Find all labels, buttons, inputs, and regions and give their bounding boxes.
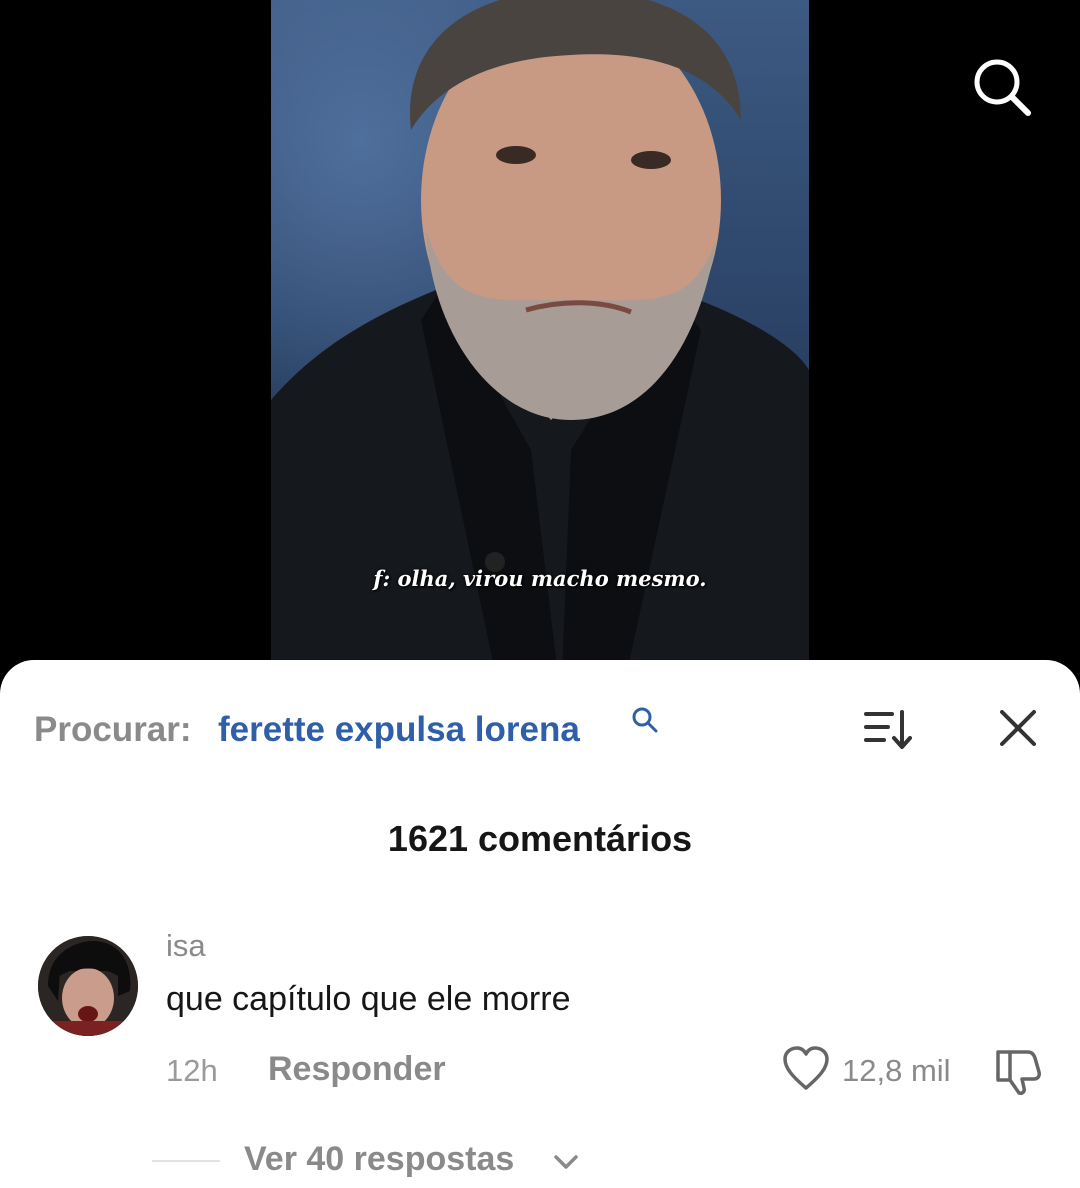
close-icon[interactable] (996, 706, 1040, 750)
comment-timestamp: 12h (166, 1053, 218, 1088)
search-prefix-label: Procurar: (34, 710, 192, 749)
search-term-link[interactable]: ferette expulsa lorena (218, 710, 580, 750)
sort-icon[interactable] (862, 706, 914, 752)
heart-icon[interactable] (782, 1046, 830, 1092)
video-subtitle: f: olha, virou macho mesmo. (373, 566, 707, 591)
view-replies-button[interactable]: Ver 40 respostas (244, 1140, 514, 1179)
replies-divider (152, 1160, 220, 1162)
search-icon[interactable] (970, 55, 1034, 119)
reply-button[interactable]: Responder (268, 1050, 446, 1089)
thumbs-down-icon[interactable] (992, 1046, 1044, 1096)
comment-count: 1621 comentários (387, 818, 693, 859)
avatar[interactable] (38, 936, 138, 1036)
comment-username[interactable]: isa (166, 928, 206, 964)
video-frame[interactable]: f: olha, virou macho mesmo. (271, 0, 809, 700)
video-still-person (271, 0, 809, 700)
search-icon[interactable] (631, 706, 659, 734)
chevron-down-icon[interactable] (552, 1150, 580, 1174)
like-count: 12,8 mil (842, 1053, 951, 1088)
avatar-image (38, 936, 138, 1036)
video-player[interactable]: f: olha, virou macho mesmo. (0, 0, 1080, 700)
comment-text: que capítulo que ele morre (166, 980, 571, 1018)
